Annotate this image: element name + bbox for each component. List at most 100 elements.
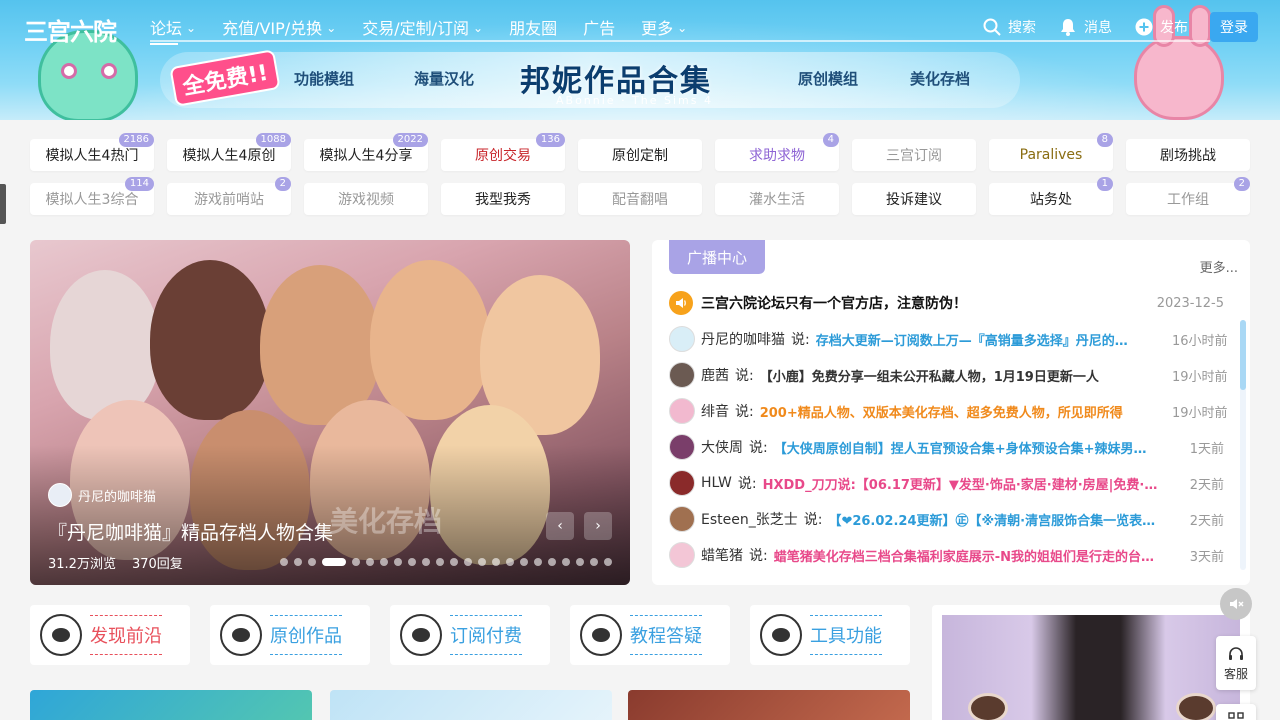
broadcast-message[interactable]: 200+精品人物、双版本美化存档、超多免费人物，所见即所得 bbox=[760, 402, 1162, 421]
category-button[interactable]: 模拟人生4原创 1088 bbox=[167, 133, 291, 171]
category-button[interactable]: 三宫订阅 bbox=[852, 139, 976, 171]
carousel-dot[interactable] bbox=[322, 558, 346, 566]
customer-service-button[interactable]: 客服 bbox=[1216, 636, 1256, 690]
nav-recharge[interactable]: 充值/VIP/兑换 ⌄ bbox=[222, 15, 336, 39]
feature-card[interactable]: 原创作品 bbox=[210, 605, 370, 665]
broadcast-item[interactable]: 绯音 说: 200+精品人物、双版本美化存档、超多免费人物，所见即所得 19小时前 bbox=[669, 393, 1228, 429]
broadcast-message[interactable]: HXDD_刀刀说:【06.17更新】▼发型·饰品·家居·建材·房屋|免费·付费 bbox=[763, 474, 1162, 493]
carousel-dot[interactable] bbox=[436, 558, 444, 566]
feature-card[interactable]: 订阅付费 bbox=[390, 605, 550, 665]
carousel-next-button[interactable]: › bbox=[584, 512, 612, 540]
carousel-dot[interactable] bbox=[590, 558, 598, 566]
broadcast-scrollbar[interactable] bbox=[1240, 320, 1246, 570]
broadcast-message[interactable]: 蜡笔猪美化存档三档合集福利家庭展示-N我的姐姐们是行走的台… bbox=[774, 546, 1162, 565]
user-name[interactable]: 鹿茜 bbox=[701, 365, 729, 385]
carousel-dot[interactable] bbox=[280, 558, 288, 566]
carousel-dot[interactable] bbox=[576, 558, 584, 566]
announcement-row[interactable]: 三宫六院论坛只有一个官方店，注意防伪！ 2023-12-5 bbox=[669, 285, 1224, 321]
feature-card[interactable]: 工具功能 bbox=[750, 605, 910, 665]
scrollbar-thumb[interactable] bbox=[1240, 320, 1246, 390]
carousel-dot[interactable] bbox=[548, 558, 556, 566]
broadcast-item[interactable]: Esteen_张芝士 说: 【❤26.02.24更新】㊣【※清朝·清宫服饰合集一览表… bbox=[669, 501, 1224, 537]
search-button[interactable]: 搜索 bbox=[982, 17, 1036, 37]
user-name[interactable]: 绯音 bbox=[701, 401, 729, 421]
category-button[interactable]: 求助求物 4 bbox=[715, 133, 839, 171]
user-name[interactable]: Esteen_张芝士 bbox=[701, 509, 798, 529]
user-name[interactable]: 大侠周 bbox=[701, 437, 743, 457]
category-button[interactable]: 模拟人生4分享 2022 bbox=[304, 133, 428, 171]
carousel-dot[interactable] bbox=[478, 558, 486, 566]
carousel-dot[interactable] bbox=[408, 558, 416, 566]
login-button[interactable]: 登录 bbox=[1210, 12, 1258, 42]
carousel-prev-button[interactable]: ‹ bbox=[546, 512, 574, 540]
publish-button[interactable]: 发布 bbox=[1134, 17, 1188, 37]
broadcast-more-link[interactable]: 更多... bbox=[1200, 257, 1238, 276]
broadcast-item[interactable]: HLW 说: HXDD_刀刀说:【06.17更新】▼发型·饰品·家居·建材·房屋|免… bbox=[669, 465, 1224, 501]
feature-card[interactable]: 发现前沿 bbox=[30, 605, 190, 665]
avatar[interactable] bbox=[669, 362, 695, 388]
broadcast-item[interactable]: 鹿茜 说: 【小鹿】免费分享一组未公开私藏人物，1月19日更新一人 19小时前 bbox=[669, 357, 1228, 393]
category-button[interactable]: 游戏前哨站 2 bbox=[167, 177, 291, 215]
carousel-dot[interactable] bbox=[294, 558, 302, 566]
carousel-title[interactable]: 『丹尼咖啡猫』精品存档人物合集 bbox=[48, 518, 333, 545]
carousel-dot[interactable] bbox=[604, 558, 612, 566]
avatar[interactable] bbox=[669, 470, 695, 496]
nav-ads[interactable]: 广告 bbox=[583, 15, 615, 39]
carousel-author[interactable]: 丹尼的咖啡猫 bbox=[48, 483, 156, 507]
carousel-dot[interactable] bbox=[492, 558, 500, 566]
broadcast-message[interactable]: 【小鹿】免费分享一组未公开私藏人物，1月19日更新一人 bbox=[760, 366, 1162, 385]
nav-forum[interactable]: 论坛 ⌄ bbox=[150, 15, 196, 45]
user-name[interactable]: HLW bbox=[701, 475, 732, 491]
category-button[interactable]: 原创交易 136 bbox=[441, 133, 565, 171]
category-button[interactable]: 灌水生活 bbox=[715, 183, 839, 215]
category-button[interactable]: 投诉建议 bbox=[852, 183, 976, 215]
category-button[interactable]: 模拟人生3综合 114 bbox=[30, 177, 154, 215]
carousel-dot[interactable] bbox=[394, 558, 402, 566]
category-button[interactable]: 原创定制 bbox=[578, 139, 702, 171]
user-name[interactable]: 蜡笔猪 bbox=[701, 545, 743, 565]
user-name[interactable]: 丹尼的咖啡猫 bbox=[701, 329, 785, 349]
avatar[interactable] bbox=[669, 434, 695, 460]
post-thumbnail[interactable] bbox=[30, 690, 312, 720]
carousel-dot[interactable] bbox=[380, 558, 388, 566]
side-ad[interactable] bbox=[932, 605, 1250, 720]
messages-button[interactable]: 消息 bbox=[1058, 17, 1112, 37]
category-button[interactable]: 模拟人生4热门 2186 bbox=[30, 133, 154, 171]
post-thumbnail[interactable] bbox=[628, 690, 910, 720]
carousel-dot[interactable] bbox=[450, 558, 458, 566]
category-button[interactable]: Paralives 8 bbox=[989, 133, 1113, 171]
broadcast-item[interactable]: 大侠周 说: 【大侠周原创自制】捏人五官预设合集+身体预设合集+辣妹男… 1天前 bbox=[669, 429, 1224, 465]
nav-moments[interactable]: 朋友圈 bbox=[509, 15, 557, 39]
carousel-dot[interactable] bbox=[520, 558, 528, 566]
broadcast-message[interactable]: 【❤26.02.24更新】㊣【※清朝·清宫服饰合集一览表※】 bbox=[828, 510, 1162, 529]
carousel-dot[interactable] bbox=[464, 558, 472, 566]
side-tab[interactable] bbox=[0, 184, 6, 224]
nav-trade[interactable]: 交易/定制/订阅 ⌄ bbox=[362, 15, 483, 39]
category-button[interactable]: 工作组 2 bbox=[1126, 177, 1250, 215]
broadcast-message[interactable]: 【大侠周原创自制】捏人五官预设合集+身体预设合集+辣妹男… bbox=[774, 438, 1162, 457]
tab-broadcast-center[interactable]: 广播中心 bbox=[669, 240, 765, 274]
avatar[interactable] bbox=[669, 542, 695, 568]
post-thumbnail[interactable] bbox=[330, 690, 612, 720]
carousel-dot[interactable] bbox=[366, 558, 374, 566]
broadcast-message[interactable]: 存档大更新—订阅数上万—『高销量多选择』丹尼的… bbox=[816, 330, 1162, 349]
category-button[interactable]: 站务处 1 bbox=[989, 177, 1113, 215]
volume-toggle[interactable] bbox=[1220, 588, 1252, 620]
nav-more[interactable]: 更多 ⌄ bbox=[641, 15, 687, 39]
feature-card[interactable]: 教程答疑 bbox=[570, 605, 730, 665]
avatar[interactable] bbox=[669, 506, 695, 532]
category-button[interactable]: 游戏视频 bbox=[304, 183, 428, 215]
avatar[interactable] bbox=[669, 398, 695, 424]
carousel-dot[interactable] bbox=[562, 558, 570, 566]
broadcast-item[interactable]: 蜡笔猪 说: 蜡笔猪美化存档三档合集福利家庭展示-N我的姐姐们是行走的台… 3天前 bbox=[669, 537, 1224, 573]
category-button[interactable]: 剧场挑战 bbox=[1126, 139, 1250, 171]
carousel-dot[interactable] bbox=[352, 558, 360, 566]
qr-code-button[interactable] bbox=[1216, 704, 1256, 720]
featured-carousel[interactable]: 美化存档 丹尼的咖啡猫 『丹尼咖啡猫』精品存档人物合集 31.2万浏览 370回… bbox=[30, 240, 630, 585]
carousel-dot[interactable] bbox=[308, 558, 316, 566]
carousel-dot[interactable] bbox=[422, 558, 430, 566]
carousel-dot[interactable] bbox=[506, 558, 514, 566]
category-button[interactable]: 我型我秀 bbox=[441, 183, 565, 215]
avatar[interactable] bbox=[669, 326, 695, 352]
site-logo[interactable]: 三宫六院 bbox=[24, 12, 117, 47]
